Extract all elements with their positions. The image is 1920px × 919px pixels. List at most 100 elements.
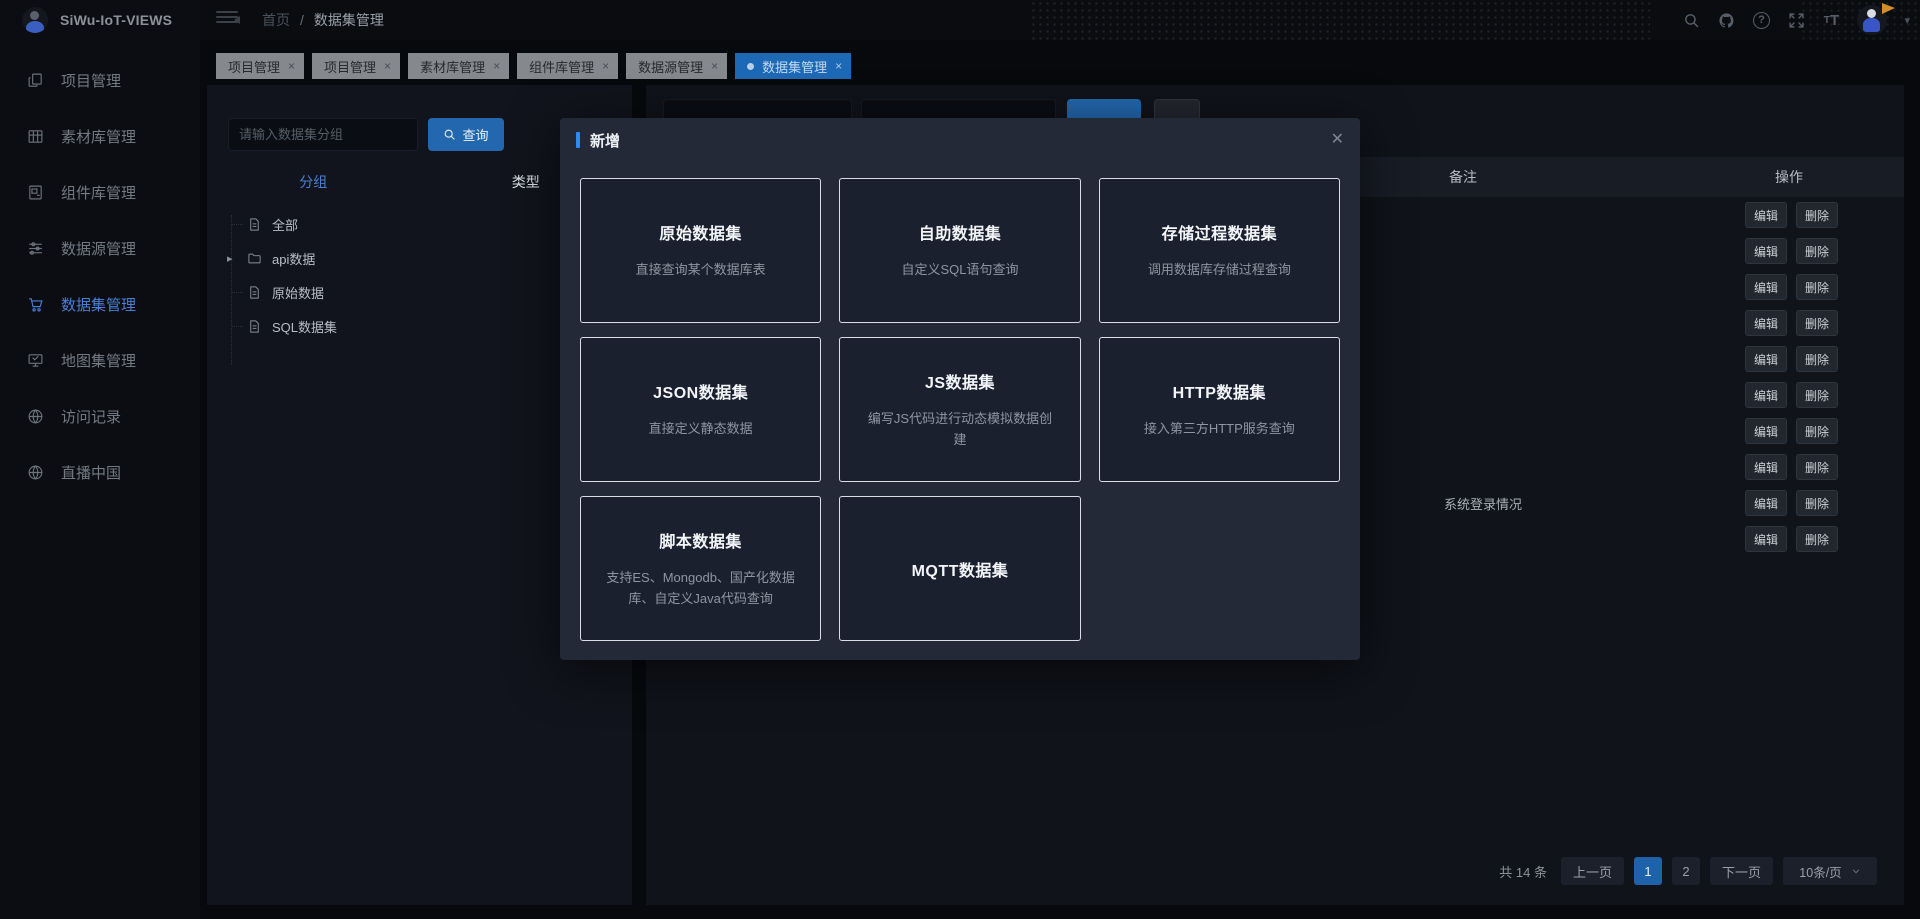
card-script-dataset[interactable]: 脚本数据集 支持ES、Mongodb、国产化数据库、自定义Java代码查询	[580, 496, 822, 641]
card-desc: 直接定义静态数据	[648, 421, 753, 437]
sidebar-item-label: 素材库管理	[61, 128, 137, 146]
card-js-dataset[interactable]: JS数据集 编写JS代码进行动态模拟数据创建	[839, 337, 1081, 482]
query-button[interactable]: 查询	[428, 118, 504, 151]
delete-button[interactable]: 删除	[1796, 310, 1838, 336]
user-avatar[interactable]	[1857, 3, 1896, 35]
tab-project-1[interactable]: 项目管理 ×	[216, 53, 305, 79]
card-title: 原始数据集	[659, 226, 742, 244]
edit-button[interactable]: 编辑	[1745, 454, 1787, 480]
expand-caret-icon[interactable]: ▸	[227, 252, 233, 265]
modal-title: 新增	[590, 132, 621, 150]
sidebar-item-project-management[interactable]: 项目管理	[0, 52, 200, 108]
delete-button[interactable]: 删除	[1796, 238, 1838, 264]
modal-header: 新增 ✕	[560, 118, 1360, 162]
tab-close-icon[interactable]: ×	[384, 59, 391, 73]
globe-icon	[28, 409, 43, 423]
page-button-1[interactable]: 1	[1633, 857, 1662, 885]
card-title: MQTT数据集	[911, 562, 1009, 580]
sidebar-item-access-records[interactable]: 访问记录	[0, 388, 200, 444]
sidebar-item-atlas-management[interactable]: 地图集管理	[0, 332, 200, 388]
breadcrumb: 首页 / 数据集管理	[262, 0, 384, 40]
caret-down-icon[interactable]: ▾	[1904, 14, 1910, 27]
column-header-action: 操作	[1775, 169, 1803, 185]
page-button-2[interactable]: 2	[1671, 857, 1700, 885]
tab-material-library[interactable]: 素材库管理 ×	[408, 53, 510, 79]
card-title: 自助数据集	[918, 226, 1002, 244]
tab-label: 组件库管理	[529, 59, 595, 75]
active-tab-dot	[747, 62, 755, 70]
card-original-dataset[interactable]: 原始数据集 直接查询某个数据库表	[580, 178, 822, 323]
card-json-dataset[interactable]: JSON数据集 直接定义静态数据	[580, 337, 822, 482]
next-page-button[interactable]: 下一页	[1709, 857, 1773, 885]
font-size-icon[interactable]: TT	[1822, 11, 1840, 29]
logo-area: SiWu-IoT-VIEWS	[0, 0, 200, 40]
world-map-decoration	[1030, 0, 1650, 40]
delete-button[interactable]: 删除	[1796, 274, 1838, 300]
remark-cell	[1383, 377, 1583, 413]
tab-group[interactable]: 分组	[207, 167, 420, 197]
delete-button[interactable]: 删除	[1796, 490, 1838, 516]
edit-button[interactable]: 编辑	[1745, 346, 1787, 372]
tab-close-icon[interactable]: ×	[602, 59, 609, 73]
breadcrumb-home[interactable]: 首页	[262, 10, 290, 30]
card-desc: 调用数据库存储过程查询	[1147, 262, 1291, 278]
query-button-label: 查询	[462, 128, 489, 143]
search-icon[interactable]	[1682, 11, 1700, 29]
edit-button[interactable]: 编辑	[1745, 418, 1787, 444]
card-title: HTTP数据集	[1172, 385, 1266, 403]
group-search-input[interactable]	[228, 118, 418, 151]
delete-button[interactable]: 删除	[1796, 382, 1838, 408]
edit-button[interactable]: 编辑	[1745, 382, 1787, 408]
prev-page-button[interactable]: 上一页	[1560, 857, 1624, 885]
card-desc: 自定义SQL语句查询	[901, 262, 1019, 278]
tab-close-icon[interactable]: ×	[493, 59, 500, 73]
help-icon[interactable]: ?	[1752, 11, 1770, 29]
edit-button[interactable]: 编辑	[1745, 238, 1787, 264]
chevron-down-icon	[1852, 869, 1859, 874]
delete-button[interactable]: 删除	[1796, 526, 1838, 552]
sidebar-item-material-library[interactable]: 素材库管理	[0, 108, 200, 164]
delete-button[interactable]: 删除	[1796, 454, 1838, 480]
sidebar-item-component-library[interactable]: 组件库管理	[0, 164, 200, 220]
tree-node-label: SQL数据集	[272, 319, 338, 335]
header-actions: ? TT ▾	[1682, 0, 1910, 40]
remark-cell	[1383, 305, 1583, 341]
delete-button[interactable]: 删除	[1796, 346, 1838, 372]
tab-close-icon[interactable]: ×	[288, 59, 295, 73]
edit-button[interactable]: 编辑	[1745, 274, 1787, 300]
sidebar-item-datasource-management[interactable]: 数据源管理	[0, 220, 200, 276]
tab-datasource-management[interactable]: 数据源管理 ×	[626, 53, 728, 79]
dataset-type-grid: 原始数据集 直接查询某个数据库表 自助数据集 自定义SQL语句查询 存储过程数据…	[560, 162, 1360, 661]
menu-fold-icon[interactable]	[216, 11, 240, 28]
tab-label: 项目管理	[324, 59, 377, 75]
sidebar-item-label: 访问记录	[61, 408, 122, 426]
tab-project-2[interactable]: 项目管理 ×	[312, 53, 401, 79]
card-http-dataset[interactable]: HTTP数据集 接入第三方HTTP服务查询	[1098, 337, 1340, 482]
breadcrumb-separator: /	[300, 12, 304, 28]
tab-component-library[interactable]: 组件库管理 ×	[517, 53, 619, 79]
close-icon[interactable]: ✕	[1331, 132, 1344, 148]
page-size-select[interactable]: 10条/页	[1783, 857, 1877, 885]
sidebar-item-dataset-management[interactable]: 数据集管理	[0, 276, 200, 332]
presentation-icon	[28, 353, 43, 367]
sidebar-item-live-china[interactable]: 直播中国	[0, 444, 200, 500]
edit-button[interactable]: 编辑	[1745, 490, 1787, 516]
fullscreen-icon[interactable]	[1787, 11, 1805, 29]
edit-button[interactable]: 编辑	[1745, 310, 1787, 336]
card-self-service-dataset[interactable]: 自助数据集 自定义SQL语句查询	[839, 178, 1081, 323]
tree-node-label: api数据	[272, 251, 316, 267]
delete-button[interactable]: 删除	[1796, 202, 1838, 228]
delete-button[interactable]: 删除	[1796, 418, 1838, 444]
card-mqtt-dataset[interactable]: MQTT数据集	[839, 496, 1081, 641]
tab-close-icon[interactable]: ×	[835, 59, 842, 73]
card-stored-procedure-dataset[interactable]: 存储过程数据集 调用数据库存储过程查询	[1098, 178, 1340, 323]
card-title: JS数据集	[924, 374, 996, 392]
edit-button[interactable]: 编辑	[1745, 202, 1787, 228]
component-icon	[29, 185, 42, 199]
remark-cell	[1383, 197, 1583, 233]
tab-close-icon[interactable]: ×	[711, 59, 718, 73]
github-icon[interactable]	[1717, 11, 1735, 29]
remark-cell	[1383, 341, 1583, 377]
tab-dataset-management[interactable]: 数据集管理 ×	[735, 53, 852, 79]
edit-button[interactable]: 编辑	[1745, 526, 1787, 552]
